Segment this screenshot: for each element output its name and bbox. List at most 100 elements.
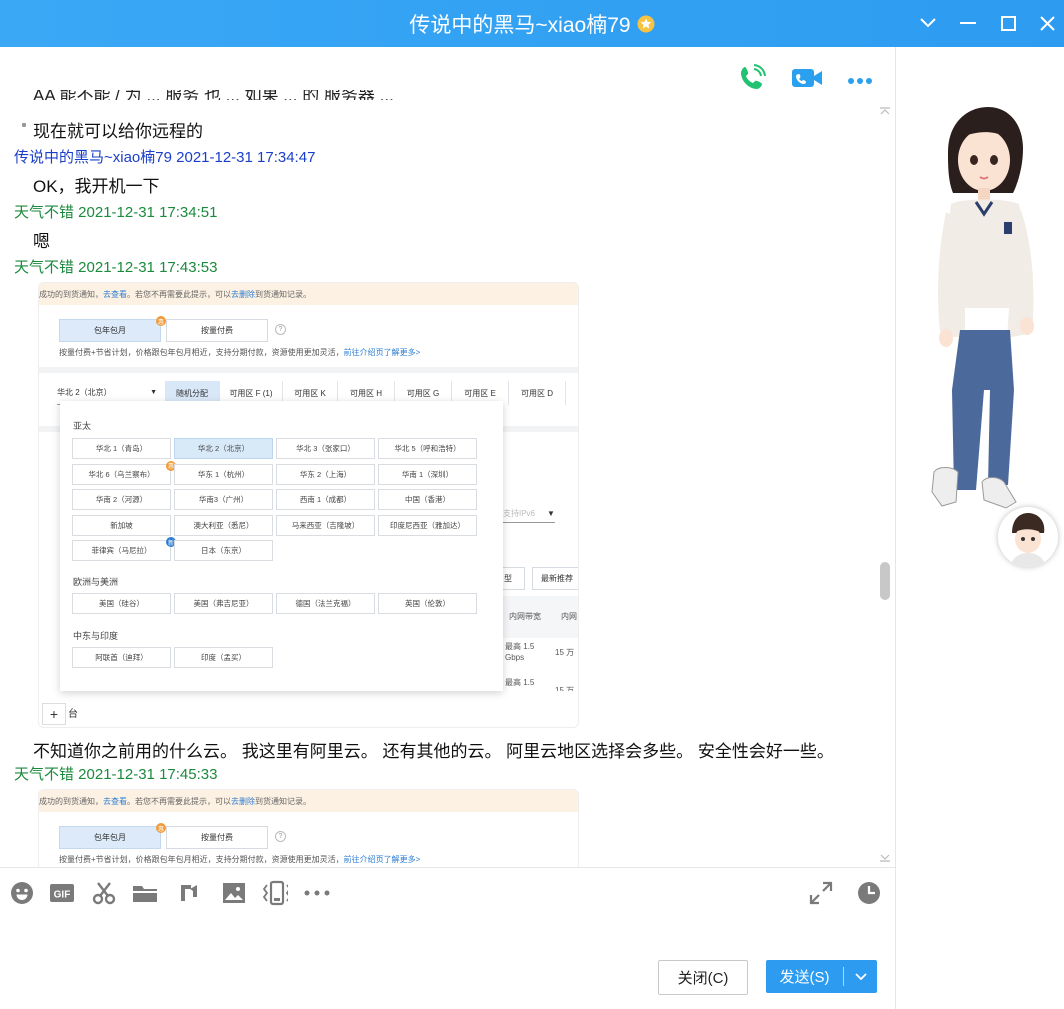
avatar-panel	[895, 47, 1064, 1009]
region-option: 华南 1（深圳）	[378, 463, 477, 485]
more-icon[interactable]	[304, 880, 330, 906]
region-option: 德国（法兰克福）	[276, 593, 375, 614]
image-icon[interactable]	[221, 880, 247, 906]
message-meta: 传说中的黑马~xiao楠79 2021-12-31 17:34:47	[14, 149, 316, 166]
table-cell: 最高 1.5	[505, 678, 535, 687]
message-text: 不知道你之前用的什么云。 我这里有阿里云。 还有其他的云。 阿里云地区选择会多些…	[33, 742, 834, 761]
region-option: 华东 2（上海）	[276, 463, 375, 485]
vip-star-icon	[637, 15, 655, 33]
table-cell: 最高 1.5	[505, 642, 535, 651]
input-toolbar: GIF	[0, 867, 895, 918]
dropdown-window-button[interactable]	[913, 8, 943, 38]
group-label: 中东与印度	[73, 631, 119, 641]
maximize-button[interactable]	[993, 8, 1023, 38]
send-options-chevron-icon[interactable]	[844, 972, 877, 981]
table-cell: 15 万	[555, 686, 575, 691]
message-text: 现在就可以给你远程的	[33, 122, 203, 141]
chat-history[interactable]: AA 能不能 / 为 ... 服务 也 ... 如果 ... 的 服务器 ...…	[0, 47, 895, 867]
group-label: 欧洲与美洲	[73, 577, 119, 587]
message-input[interactable]	[0, 917, 895, 957]
filter-pill: 最新推荐	[532, 567, 578, 590]
table-cell: 15 万	[555, 648, 575, 657]
help-icon: ?	[275, 324, 286, 335]
hot-badge-icon: 惠	[156, 823, 166, 833]
region-option: 英国（伦敦）	[378, 593, 477, 614]
scrollbar-thumb[interactable]	[880, 562, 890, 600]
region-dropdown: 亚太 华北 1（青岛） 华北 2（北京） 华北 3（张家口） 华北 5（呼和浩特） 华北…	[60, 401, 503, 691]
region-option: 华北 5（呼和浩特）	[378, 438, 477, 459]
bullet-dot	[22, 123, 26, 127]
region-option: 菲律宾（马尼拉）新	[72, 537, 176, 561]
region-option: 华北 3（张家口）	[276, 438, 375, 459]
send-button[interactable]: 发送(S)	[766, 960, 877, 993]
region-option: 印度尼西亚（雅加达）	[378, 514, 477, 536]
group-label: 亚太	[73, 421, 92, 431]
scroll-up-icon[interactable]	[879, 103, 891, 121]
title-bar: 传说中的黑马~xiao楠79	[0, 0, 1064, 47]
message-text: OK，我开机一下	[33, 177, 160, 196]
region-option: 新加坡	[72, 514, 171, 536]
zone-tab: 可用区 D	[509, 381, 566, 405]
region-option: 美国（硅谷）	[72, 593, 171, 614]
svg-text:GIF: GIF	[54, 890, 71, 901]
scroll-down-icon[interactable]	[879, 850, 891, 867]
scissors-icon[interactable]	[91, 880, 117, 906]
region-option: 马来西亚（吉隆坡）	[276, 514, 375, 536]
region-option: 华北 1（青岛）	[72, 438, 171, 459]
region-option: 中国（香港）	[378, 489, 477, 510]
call-actions	[737, 63, 873, 98]
ipv6-select: 支持IPv6 ▼	[503, 504, 555, 523]
small-avatar[interactable]	[998, 507, 1058, 567]
table-cell: Gbps	[505, 653, 525, 662]
billing-monthly: 包年包月 惠	[59, 823, 166, 849]
plus-icon: +	[42, 703, 66, 725]
billing-monthly: 包年包月 惠	[59, 316, 166, 342]
clock-icon[interactable]	[856, 880, 882, 906]
region-option: 华东 1（杭州）	[174, 463, 273, 485]
image-attachment[interactable]: 成功的到货通知， 去查看 。若您不再需要此提示，可以 去删除 到货通知记录。 包年包…	[38, 282, 579, 728]
gif-icon[interactable]: GIF	[49, 880, 75, 906]
emoji-icon[interactable]	[9, 880, 35, 906]
music-icon[interactable]	[176, 880, 202, 906]
image-attachment[interactable]: 成功的到货通知， 去查看 。若您不再需要此提示，可以 去删除 到货通知记录。 包年包…	[38, 789, 579, 867]
billing-usage: 按量付费	[166, 319, 268, 342]
shake-icon[interactable]	[262, 880, 288, 906]
more-actions-icon[interactable]	[847, 72, 873, 90]
message-meta: 天气不错 2021-12-31 17:43:53	[14, 259, 218, 276]
close-button[interactable]: 关闭(C)	[658, 960, 748, 995]
message-meta: 天气不错 2021-12-31 17:45:33	[14, 766, 218, 783]
region-option: 日本（东京）	[174, 540, 273, 561]
video-call-icon[interactable]	[791, 66, 823, 95]
window-title: 传说中的黑马~xiao楠79	[409, 13, 631, 37]
partial-message-line: AA 能不能 / 为 ... 服务 也 ... 如果 ... 的 服务器 ...	[33, 90, 394, 100]
message-meta: 天气不错 2021-12-31 17:34:51	[14, 204, 218, 221]
region-option: 澳大利亚（悉尼）	[174, 514, 273, 536]
phone-call-icon[interactable]	[737, 63, 767, 98]
folder-icon[interactable]	[132, 880, 158, 906]
window-title-wrap: 传说中的黑马~xiao楠79	[0, 0, 1064, 47]
expand-icon[interactable]	[808, 880, 834, 906]
billing-usage: 按量付费	[166, 826, 268, 849]
help-icon: ?	[275, 831, 286, 842]
shot-banner: 成功的到货通知， 去查看 。若您不再需要此提示，可以 去删除 到货通知记录。	[39, 283, 578, 305]
billing-desc: 按量付费+节省计划，价格跟包年包月相近，支持分期付款，资源使用更加灵活，前往介绍…	[59, 348, 421, 357]
region-option: 阿联酋（迪拜）	[72, 647, 171, 668]
region-option: 印度（孟买）	[174, 647, 273, 668]
region-option: 华南3（广州）	[174, 489, 273, 510]
message-text: 嗯	[33, 232, 50, 251]
divider	[39, 367, 578, 373]
region-option: 华北 6（乌兰察布）惠	[72, 460, 176, 485]
send-label[interactable]: 发送(S)	[766, 966, 843, 987]
minimize-button[interactable]	[953, 8, 983, 38]
hot-badge-icon: 惠	[156, 316, 166, 326]
quantity-row: + 台	[39, 697, 578, 727]
region-option: 西南 1（成都）	[276, 489, 375, 510]
region-option: 华南 2（河源）	[72, 489, 171, 510]
qty-unit: 台	[68, 709, 78, 720]
region-option: 美国（弗吉尼亚）	[174, 593, 273, 614]
shot-banner: 成功的到货通知， 去查看 。若您不再需要此提示，可以 去删除 到货通知记录。	[39, 790, 578, 812]
close-window-button[interactable]	[1032, 8, 1062, 38]
billing-desc: 按量付费+节省计划，价格跟包年包月相近，支持分期付款，资源使用更加灵活，前往介绍…	[59, 855, 421, 864]
region-option: 华北 2（北京）	[174, 438, 273, 459]
table-header: 内网带宽 内网	[503, 596, 578, 638]
